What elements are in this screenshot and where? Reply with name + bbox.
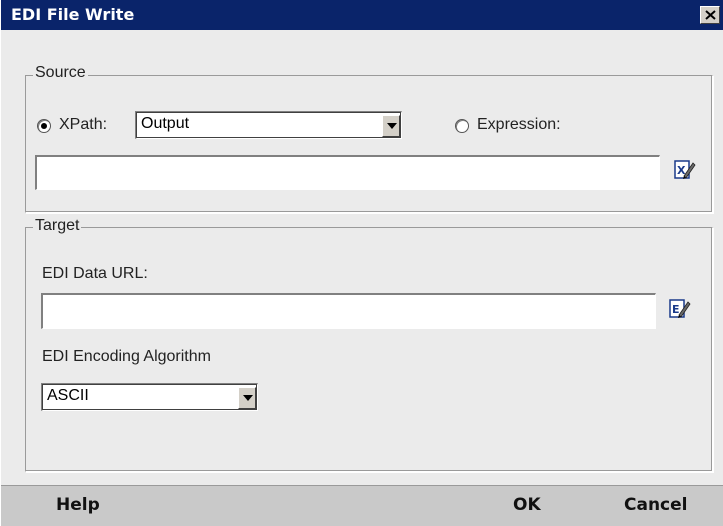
- ok-button[interactable]: OK: [513, 495, 541, 515]
- xpath-radio-dot: [41, 123, 47, 129]
- title-bar[interactable]: EDI File Write: [1, 0, 723, 30]
- edi-encoding-value: ASCII: [47, 387, 89, 404]
- expression-input[interactable]: [39, 159, 657, 187]
- xpath-dropdown-button[interactable]: [382, 115, 400, 137]
- edi-encoding-dropdown-button[interactable]: [238, 387, 256, 409]
- window-title: EDI File Write: [11, 5, 135, 24]
- xpath-select[interactable]: Output: [135, 111, 402, 139]
- xpath-radio[interactable]: [37, 119, 51, 133]
- edi-encoding-select[interactable]: ASCII: [41, 383, 258, 411]
- expression-radio[interactable]: [455, 119, 469, 133]
- close-button[interactable]: [700, 6, 720, 24]
- edi-file-write-dialog: EDI File Write Source XPath: Output Expr…: [0, 0, 723, 526]
- edi-data-url-field[interactable]: [41, 293, 656, 329]
- edi-data-url-label: EDI Data URL:: [42, 265, 148, 282]
- close-icon: [705, 10, 716, 20]
- edi-data-url-input[interactable]: [45, 297, 653, 326]
- xpath-label: XPath:: [59, 116, 108, 133]
- chevron-down-icon: [387, 123, 397, 129]
- edi-encoding-label: EDI Encoding Algorithm: [42, 348, 211, 365]
- svg-text:E: E: [672, 303, 680, 316]
- chevron-down-icon: [243, 395, 253, 401]
- expression-field[interactable]: [35, 155, 660, 190]
- expression-editor-icon[interactable]: E: [669, 298, 691, 320]
- cancel-button[interactable]: Cancel: [624, 495, 687, 515]
- button-bar: Help OK Cancel: [1, 485, 723, 526]
- expression-label: Expression:: [477, 116, 561, 133]
- help-button[interactable]: Help: [56, 495, 100, 515]
- source-group: [25, 75, 713, 213]
- target-group-label: Target: [33, 217, 82, 235]
- dialog-body: Source XPath: Output Expression: X Targe…: [1, 30, 723, 485]
- source-group-label: Source: [33, 64, 88, 82]
- xpath-select-value: Output: [141, 115, 190, 132]
- xpath-editor-icon[interactable]: X: [674, 159, 696, 181]
